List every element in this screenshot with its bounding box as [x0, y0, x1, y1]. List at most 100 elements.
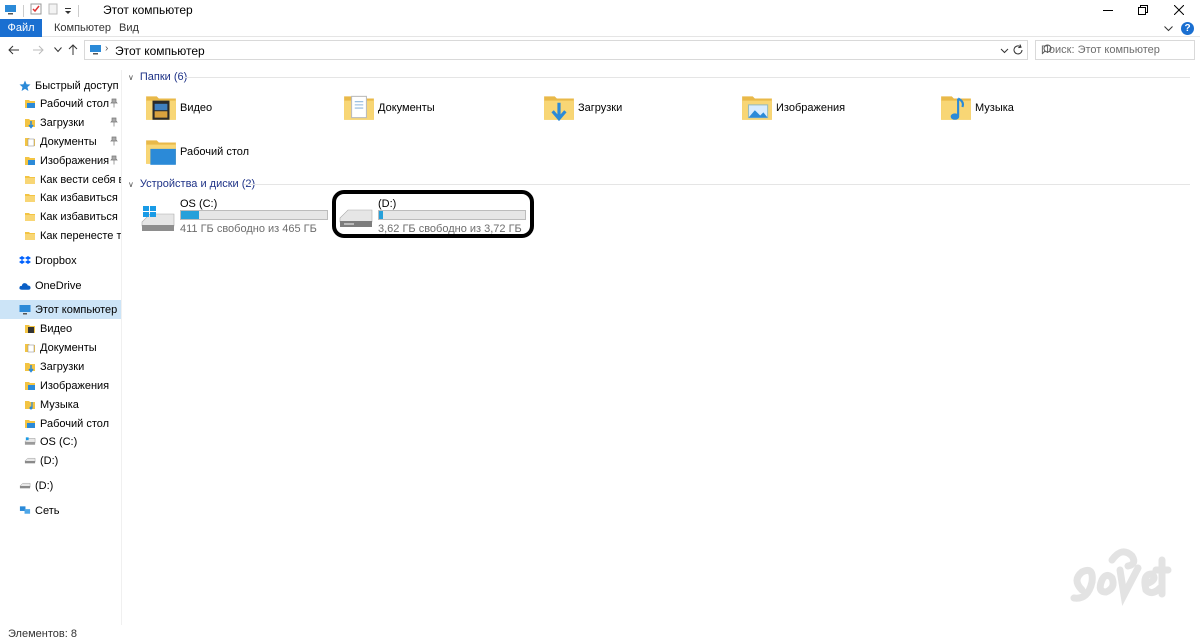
- customize-dropdown-icon[interactable]: [64, 4, 72, 18]
- close-button[interactable]: [1164, 0, 1194, 19]
- status-bar: Элементов: 8: [0, 627, 1200, 643]
- folder-tile[interactable]: Загрузки: [542, 88, 622, 128]
- sidebar-item[interactable]: OneDrive: [0, 276, 121, 295]
- separator: [23, 4, 24, 17]
- sidebar-item-label: Dropbox: [35, 254, 77, 267]
- desktop-folder-icon: [144, 133, 178, 172]
- folder-tile[interactable]: Изображения: [740, 88, 845, 128]
- tab-view[interactable]: Вид: [119, 19, 139, 37]
- sidebar-item[interactable]: Изображения: [0, 376, 121, 395]
- capacity-bar: [180, 210, 328, 220]
- sidebar-item[interactable]: Видео: [0, 319, 121, 338]
- pin-icon[interactable]: [110, 98, 118, 111]
- divider: [244, 184, 1190, 185]
- folder-tile[interactable]: Музыка: [939, 88, 1014, 128]
- sidebar-item[interactable]: Этот компьютер: [0, 300, 121, 319]
- sidebar-item[interactable]: (D:): [0, 451, 121, 470]
- folder-icon: [24, 230, 36, 242]
- folder-tile[interactable]: Видео: [144, 88, 212, 128]
- tab-file[interactable]: Файл: [0, 19, 42, 37]
- music-folder-icon: [24, 399, 36, 411]
- recent-locations-button[interactable]: [51, 42, 65, 58]
- sidebar-item-label: (D:): [35, 479, 54, 492]
- drive-icon: [24, 436, 36, 448]
- folder-name: Рабочий стол: [180, 146, 250, 158]
- sidebar-item[interactable]: Сеть: [0, 501, 121, 520]
- pictures-folder-icon: [740, 89, 774, 128]
- group-header-devices[interactable]: ∨ Устройства и диски (2): [128, 176, 255, 192]
- chevron-down-icon[interactable]: [1000, 44, 1009, 58]
- desktop-folder-icon: [24, 98, 36, 110]
- pin-icon[interactable]: [110, 136, 118, 149]
- sidebar-item[interactable]: (D:): [0, 476, 121, 495]
- sidebar-item-label: Изображения: [40, 379, 110, 392]
- sidebar-item-label: Загрузки: [40, 360, 85, 373]
- group-title: Папки (6): [139, 71, 188, 83]
- breadcrumb[interactable]: Этот компьютер: [115, 44, 205, 58]
- window-title: Этот компьютер: [103, 3, 193, 17]
- address-row: › Этот компьютер Поиск: Этот компьютер: [0, 38, 1200, 62]
- folder-name: Загрузки: [578, 102, 623, 114]
- video-folder-icon: [24, 323, 36, 335]
- documents-folder-icon: [24, 342, 36, 354]
- folder-icon: [24, 211, 36, 223]
- sidebar-item[interactable]: Как избавиться от: [0, 207, 121, 226]
- sidebar-item[interactable]: OS (C:): [0, 432, 121, 451]
- sidebar-item-label: Как перенесте табл: [40, 229, 121, 242]
- search-input[interactable]: Поиск: Этот компьютер: [1035, 40, 1195, 60]
- desktop-folder-icon: [24, 418, 36, 430]
- video-folder-icon: [144, 89, 178, 128]
- sidebar-item[interactable]: Быстрый доступ: [0, 76, 121, 95]
- pin-icon[interactable]: [110, 117, 118, 130]
- documents-folder-icon: [342, 89, 376, 128]
- collapse-icon[interactable]: ∨: [128, 73, 134, 82]
- back-button[interactable]: [7, 42, 21, 58]
- highlight-circle: [332, 190, 534, 238]
- sidebar-item[interactable]: Загрузки: [0, 113, 121, 132]
- sidebar-item[interactable]: Документы: [0, 338, 121, 357]
- maximize-button[interactable]: [1128, 0, 1158, 19]
- pin-icon[interactable]: [110, 155, 118, 168]
- onedrive-icon: [19, 280, 31, 292]
- address-bar[interactable]: › Этот компьютер: [84, 40, 1028, 60]
- sidebar-item[interactable]: Как избавиться от: [0, 188, 121, 207]
- refresh-icon[interactable]: [1012, 44, 1024, 59]
- sidebar-item[interactable]: Документы: [0, 132, 121, 151]
- ribbon-controls: ?: [1164, 21, 1194, 35]
- group-header-folders[interactable]: ∨ Папки (6): [128, 69, 187, 85]
- drive-free-space: 411 ГБ свободно из 465 ГБ: [180, 223, 317, 235]
- help-icon[interactable]: ?: [1181, 21, 1194, 35]
- sidebar-item[interactable]: Dropbox: [0, 251, 121, 270]
- search-icon[interactable]: [1041, 44, 1189, 58]
- expand-ribbon-icon[interactable]: [1164, 21, 1173, 35]
- breadcrumb-chevron-icon[interactable]: ›: [105, 43, 108, 54]
- folder-tile[interactable]: Рабочий стол: [144, 132, 249, 172]
- minimize-button[interactable]: [1093, 0, 1123, 19]
- sidebar-item-label: Как вести себя во: [40, 173, 121, 186]
- tab-computer[interactable]: Компьютер: [54, 19, 111, 37]
- sidebar-item[interactable]: Музыка: [0, 395, 121, 414]
- sidebar-item-label: Документы: [40, 135, 97, 148]
- computer-icon: [89, 44, 102, 58]
- sidebar-item-label: OS (C:): [40, 435, 78, 448]
- items-count: Элементов: 8: [8, 628, 77, 640]
- sidebar-item-label: Загрузки: [40, 116, 85, 129]
- group-title: Устройства и диски (2): [139, 178, 256, 190]
- folder-tile[interactable]: Документы: [342, 88, 435, 128]
- new-folder-icon[interactable]: [48, 3, 58, 18]
- sidebar-item[interactable]: Рабочий стол: [0, 414, 121, 433]
- sidebar-item[interactable]: Как перенесте табл: [0, 226, 121, 245]
- folder-icon: [24, 192, 36, 204]
- sidebar-item[interactable]: Рабочий стол: [0, 94, 121, 113]
- up-button[interactable]: [66, 42, 80, 58]
- forward-button[interactable]: [31, 42, 45, 58]
- properties-icon[interactable]: [30, 3, 42, 18]
- collapse-icon[interactable]: ∨: [128, 180, 134, 189]
- folder-name: Документы: [378, 102, 435, 114]
- sidebar-item[interactable]: Изображения: [0, 151, 121, 170]
- title-bar: Этот компьютер: [0, 0, 1200, 19]
- sidebar-item[interactable]: Как вести себя во: [0, 170, 121, 189]
- sidebar-item[interactable]: Загрузки: [0, 357, 121, 376]
- drive-tile[interactable]: OS (C:) 411 ГБ свободно из 465 ГБ: [140, 196, 330, 238]
- network-icon: [19, 505, 31, 517]
